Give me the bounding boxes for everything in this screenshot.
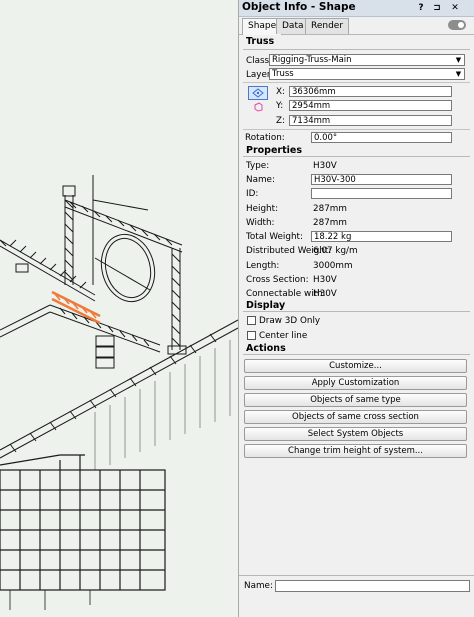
- bottom-name-label: Name:: [244, 581, 273, 591]
- cube-icon: [254, 102, 263, 112]
- position-box-icon[interactable]: [248, 86, 268, 100]
- id-label: ID:: [246, 189, 259, 199]
- tab-render[interactable]: Render: [305, 18, 350, 34]
- chevron-down-icon: ▼: [455, 70, 462, 78]
- truss-drawing: [0, 175, 238, 610]
- total-weight-field[interactable]: 18.22 kg: [311, 231, 452, 242]
- change-trim-height-button[interactable]: Change trim height of system...: [244, 444, 467, 458]
- length-value: 3000mm: [313, 261, 353, 271]
- properties-header: Properties: [243, 145, 470, 157]
- truss-tower-right: [167, 248, 187, 355]
- length-label: Length:: [246, 261, 280, 271]
- height-label: Height:: [246, 204, 279, 214]
- curtain-lines: [94, 340, 231, 470]
- divider: [243, 82, 470, 83]
- truss-top-right: [64, 199, 183, 253]
- id-field[interactable]: [311, 188, 452, 199]
- layer-value: Truss: [272, 69, 294, 79]
- rotation-label: Rotation:: [245, 133, 285, 143]
- width-label: Width:: [246, 218, 275, 228]
- name-field[interactable]: H30V-300: [311, 174, 452, 185]
- apply-customization-button[interactable]: Apply Customization: [244, 376, 467, 390]
- select-system-objects-button[interactable]: Select System Objects: [244, 427, 467, 441]
- bottom-name-field[interactable]: [275, 580, 470, 592]
- object-type-header: Truss: [243, 36, 470, 50]
- distributed-weight-value: 6.07 kg/m: [313, 246, 358, 256]
- x-label: X:: [276, 87, 285, 97]
- palette-tabs: Shape Data Render: [239, 17, 474, 35]
- type-value: H30V: [313, 161, 337, 171]
- palette-titlebar[interactable]: Object Info - Shape ? ⊐ ✕: [239, 0, 474, 17]
- x-field[interactable]: 36306mm: [289, 86, 452, 97]
- cross-section-label: Cross Section:: [246, 275, 309, 285]
- stage-riser-grid: [0, 454, 166, 591]
- close-icon[interactable]: ✕: [449, 2, 461, 14]
- connectable-value: H30V: [313, 289, 337, 299]
- z-field[interactable]: 7134mm: [289, 115, 452, 126]
- truss-main-horizontal: [0, 239, 96, 302]
- customize-button[interactable]: Customize...: [244, 359, 467, 373]
- display-header: Display: [243, 300, 470, 312]
- draw-3d-only-label: Draw 3D Only: [259, 316, 321, 326]
- objects-same-cross-section-button[interactable]: Objects of same cross section: [244, 410, 467, 424]
- y-field[interactable]: 2954mm: [289, 100, 452, 111]
- objects-same-type-button[interactable]: Objects of same type: [244, 393, 467, 407]
- center-line-checkbox[interactable]: [247, 331, 256, 340]
- stage-riser-legs: [9, 590, 91, 610]
- name-bar: Name:: [239, 575, 474, 596]
- stage-deck-edge: [0, 319, 238, 459]
- class-value: Rigging-Truss-Main: [272, 55, 352, 65]
- truss-tower-left: [62, 185, 76, 285]
- draw-3d-only-checkbox[interactable]: [247, 316, 256, 325]
- palette-title: Object Info - Shape: [242, 1, 356, 13]
- type-label: Type:: [246, 161, 270, 171]
- center-line-label: Center line: [259, 331, 308, 341]
- diamond-icon: [252, 88, 264, 98]
- z-label: Z:: [276, 116, 285, 126]
- object-info-palette: Object Info - Shape ? ⊐ ✕ Shape Data Ren…: [238, 0, 474, 617]
- name-label: Name:: [246, 175, 275, 185]
- cross-section-value: H30V: [313, 275, 337, 285]
- width-value: 287mm: [313, 218, 347, 228]
- layer-dropdown[interactable]: Truss ▼: [269, 68, 465, 80]
- chevron-down-icon: ▼: [455, 56, 462, 64]
- help-icon[interactable]: ?: [415, 2, 427, 14]
- palette-toggle-switch[interactable]: [448, 20, 466, 30]
- class-dropdown[interactable]: Rigging-Truss-Main ▼: [269, 54, 465, 66]
- total-weight-label: Total Weight:: [246, 232, 303, 242]
- speaker-box: [95, 335, 115, 369]
- divider: [243, 129, 470, 130]
- rotation-field[interactable]: 0.00°: [311, 132, 452, 143]
- y-label: Y:: [276, 101, 284, 111]
- pink-3d-box-icon[interactable]: [253, 102, 263, 112]
- pin-icon[interactable]: ⊐: [431, 2, 443, 14]
- height-value: 287mm: [313, 204, 347, 214]
- drawing-viewport[interactable]: [0, 0, 238, 617]
- actions-header: Actions: [243, 343, 470, 355]
- small-fixture: [15, 263, 29, 273]
